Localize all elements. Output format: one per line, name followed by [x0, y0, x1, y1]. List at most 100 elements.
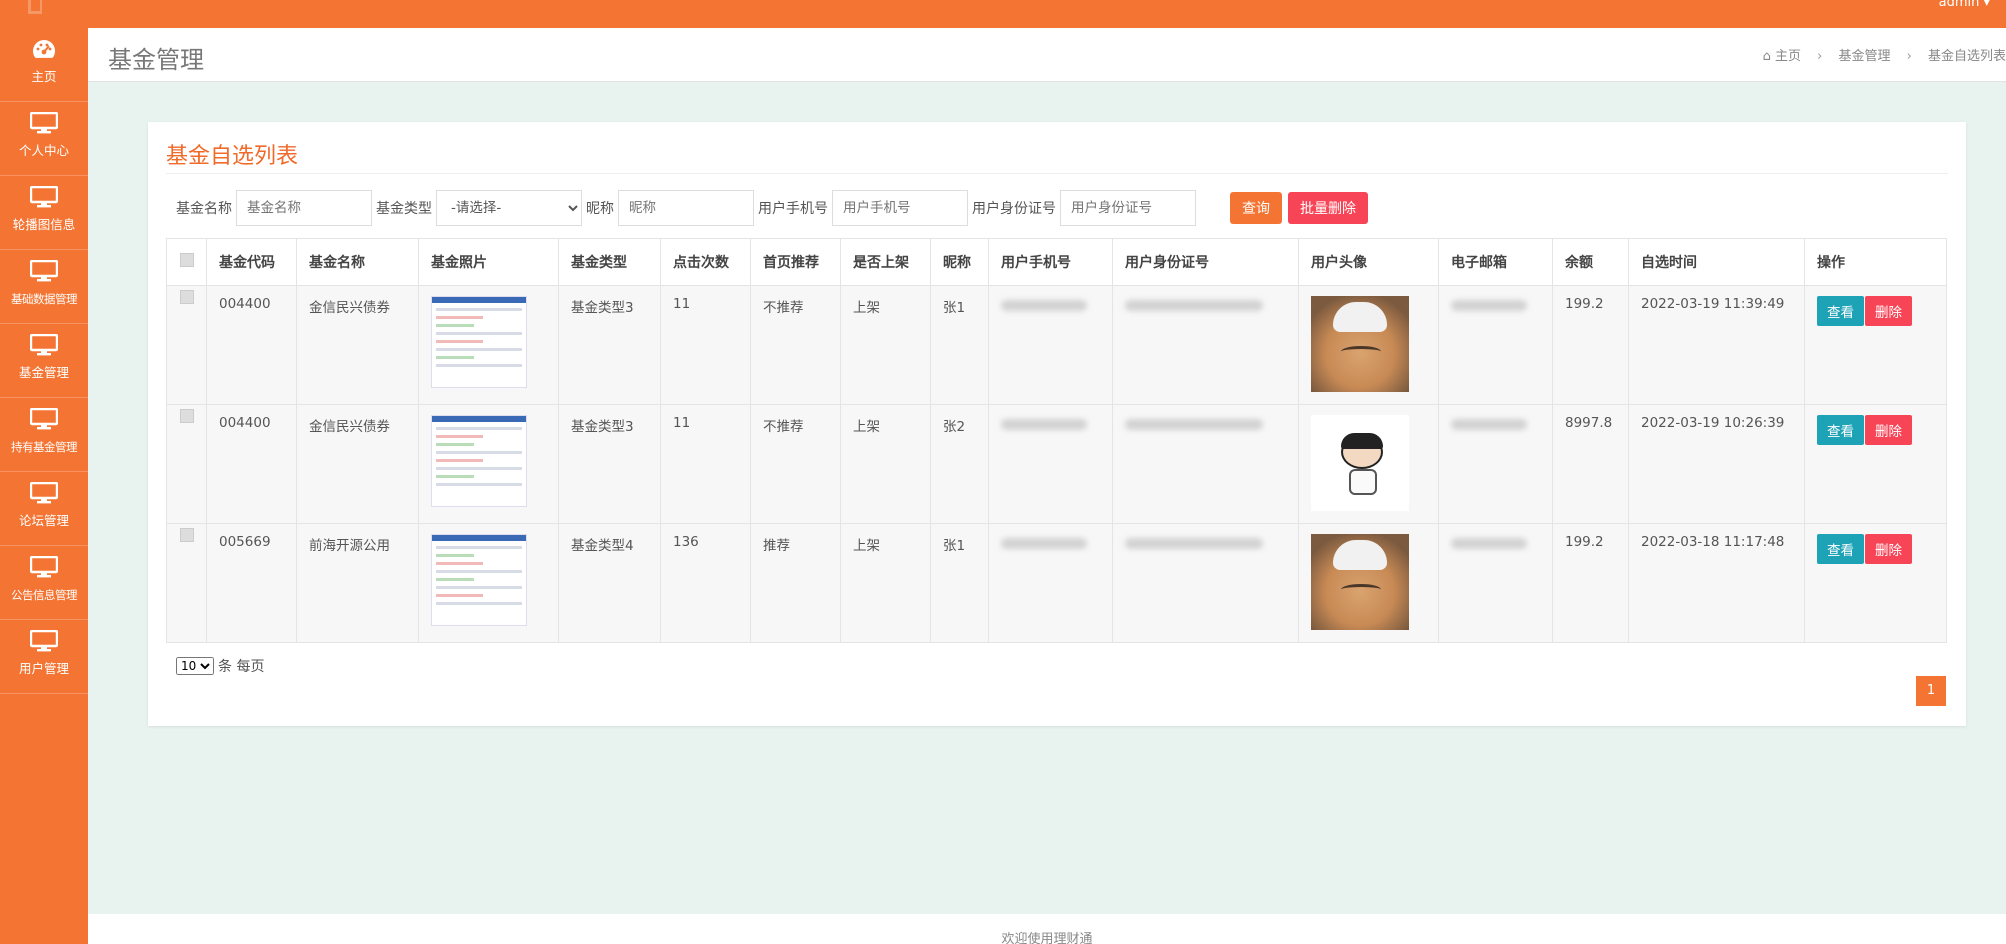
view-button[interactable]: 查看 [1817, 296, 1864, 326]
user-idcard [1112, 285, 1299, 405]
sidebar-item-label: 公告信息管理 [11, 588, 78, 602]
sidebar-item-label: 基础数据管理 [11, 292, 78, 306]
column-header: 是否上架 [840, 238, 931, 286]
row-checkbox-cell [166, 285, 207, 405]
per-page-label: 条 每页 [218, 659, 265, 675]
view-button[interactable]: 查看 [1817, 415, 1864, 445]
column-header: 操作 [1804, 238, 1947, 286]
monitor-icon [30, 186, 58, 208]
sidebar-item-fund-management[interactable]: 基金管理 [0, 324, 88, 398]
fund-photo [431, 534, 527, 626]
fund-photo-cell [418, 523, 559, 643]
delete-button[interactable]: 删除 [1865, 415, 1912, 445]
divider [166, 173, 1948, 174]
sidebar-item-basic-data[interactable]: 基础数据管理 [0, 250, 88, 324]
filter-bar: 基金名称 基金类型 -请选择- 昵称 用户手机号 用户身份证号 查询 批量删除 [176, 190, 1368, 226]
user-idcard [1112, 404, 1299, 524]
sidebar-item-label: 个人中心 [18, 143, 69, 158]
row-actions: 查看 删除 [1804, 523, 1947, 643]
fund-name: 金信民兴债券 [296, 404, 419, 524]
select-all-checkbox[interactable] [179, 253, 194, 267]
user-avatar [1311, 534, 1409, 630]
nickname: 张1 [930, 285, 989, 405]
phone-input[interactable] [832, 190, 968, 226]
favorite-time: 2022-03-19 10:26:39 [1628, 404, 1805, 524]
home-recommend: 不推荐 [750, 285, 841, 405]
select-all-checkbox-cell [166, 238, 207, 286]
column-header: 电子邮箱 [1438, 238, 1553, 286]
user-avatar-cell [1298, 285, 1439, 405]
breadcrumb-home[interactable]: 主页 [1775, 49, 1801, 64]
column-header: 余额 [1552, 238, 1629, 286]
sidebar-item-holding-fund[interactable]: 持有基金管理 [0, 398, 88, 472]
column-header: 基金名称 [296, 238, 419, 286]
idcard-input[interactable] [1060, 190, 1196, 226]
row-checkbox-cell [166, 523, 207, 643]
table-row: 004400 金信民兴债券 基金类型3 11 不推荐 上架 张2 8997.8 … [166, 404, 1947, 524]
nickname-input[interactable] [618, 190, 754, 226]
listed-status: 上架 [840, 404, 931, 524]
table-row: 004400 金信民兴债券 基金类型3 11 不推荐 上架 张1 199.2 2… [166, 285, 1947, 405]
table-header-row: 基金代码 基金名称 基金照片 基金类型 点击次数 首页推荐 是否上架 昵称 用户… [166, 238, 1947, 286]
sidebar-item-label: 用户管理 [18, 661, 69, 676]
sidebar: 主页 个人中心 轮播图信息 基础数据管理 基金管理 持有基金管理 论坛管理 公告… [0, 28, 88, 944]
sidebar-item-announcement[interactable]: 公告信息管理 [0, 546, 88, 620]
monitor-icon [30, 334, 58, 356]
delete-button[interactable]: 删除 [1865, 534, 1912, 564]
row-checkbox[interactable] [179, 290, 194, 304]
chevron-right-icon: › [1906, 49, 1912, 64]
favorite-time: 2022-03-19 11:39:49 [1628, 285, 1805, 405]
page-size-control: 10 条 每页 [176, 656, 264, 676]
fund-type-select[interactable]: -请选择- [436, 190, 582, 226]
user-menu[interactable]: admin ▾ [1939, 0, 1990, 10]
fund-code: 004400 [206, 404, 297, 524]
fund-name: 金信民兴债券 [296, 285, 419, 405]
row-checkbox-cell [166, 404, 207, 524]
row-actions: 查看 删除 [1804, 285, 1947, 405]
idcard-label: 用户身份证号 [972, 201, 1056, 217]
user-phone [988, 523, 1113, 643]
fund-code: 004400 [206, 285, 297, 405]
search-button[interactable]: 查询 [1230, 192, 1282, 224]
fund-code: 005669 [206, 523, 297, 643]
listed-status: 上架 [840, 523, 931, 643]
page-title: 基金管理 [108, 46, 204, 74]
sidebar-item-personal-center[interactable]: 个人中心 [0, 102, 88, 176]
dashboard-icon [33, 39, 56, 58]
breadcrumb-fund-management[interactable]: 基金管理 [1838, 49, 1890, 64]
fund-favorites-card: 基金自选列表 基金名称 基金类型 -请选择- 昵称 用户手机号 用户身份证号 查… [148, 122, 1966, 726]
view-button[interactable]: 查看 [1817, 534, 1864, 564]
monitor-icon [30, 408, 58, 430]
fund-name-input[interactable] [236, 190, 372, 226]
sidebar-item-carousel[interactable]: 轮播图信息 [0, 176, 88, 250]
page-number-current[interactable]: 1 [1916, 676, 1946, 706]
phone-label: 用户手机号 [758, 201, 828, 217]
user-email [1438, 404, 1553, 524]
batch-delete-button[interactable]: 批量删除 [1288, 192, 1368, 224]
row-checkbox[interactable] [179, 409, 194, 423]
user-phone [988, 285, 1113, 405]
row-actions: 查看 删除 [1804, 404, 1947, 524]
listed-status: 上架 [840, 285, 931, 405]
row-checkbox[interactable] [179, 528, 194, 542]
fund-name-label: 基金名称 [176, 201, 232, 217]
sidebar-item-label: 主页 [31, 69, 57, 84]
fund-type: 基金类型4 [558, 523, 661, 643]
sidebar-item-home[interactable]: 主页 [0, 28, 88, 102]
column-header: 点击次数 [660, 238, 751, 286]
delete-button[interactable]: 删除 [1865, 296, 1912, 326]
click-count: 11 [660, 404, 751, 524]
table-row: 005669 前海开源公用 基金类型4 136 推荐 上架 张1 199.2 2… [166, 523, 1947, 643]
fund-photo-cell [418, 404, 559, 524]
sidebar-item-users[interactable]: 用户管理 [0, 620, 88, 694]
fund-type: 基金类型3 [558, 285, 661, 405]
top-bar: admin ▾ [0, 0, 2006, 28]
nickname: 张2 [930, 404, 989, 524]
balance: 199.2 [1552, 285, 1629, 405]
card-title: 基金自选列表 [166, 144, 299, 169]
footer-text: 欢迎使用理财通 [1001, 932, 1093, 944]
sidebar-item-forum[interactable]: 论坛管理 [0, 472, 88, 546]
page-size-select[interactable]: 10 [176, 657, 214, 675]
user-phone [988, 404, 1113, 524]
column-header: 基金照片 [418, 238, 559, 286]
